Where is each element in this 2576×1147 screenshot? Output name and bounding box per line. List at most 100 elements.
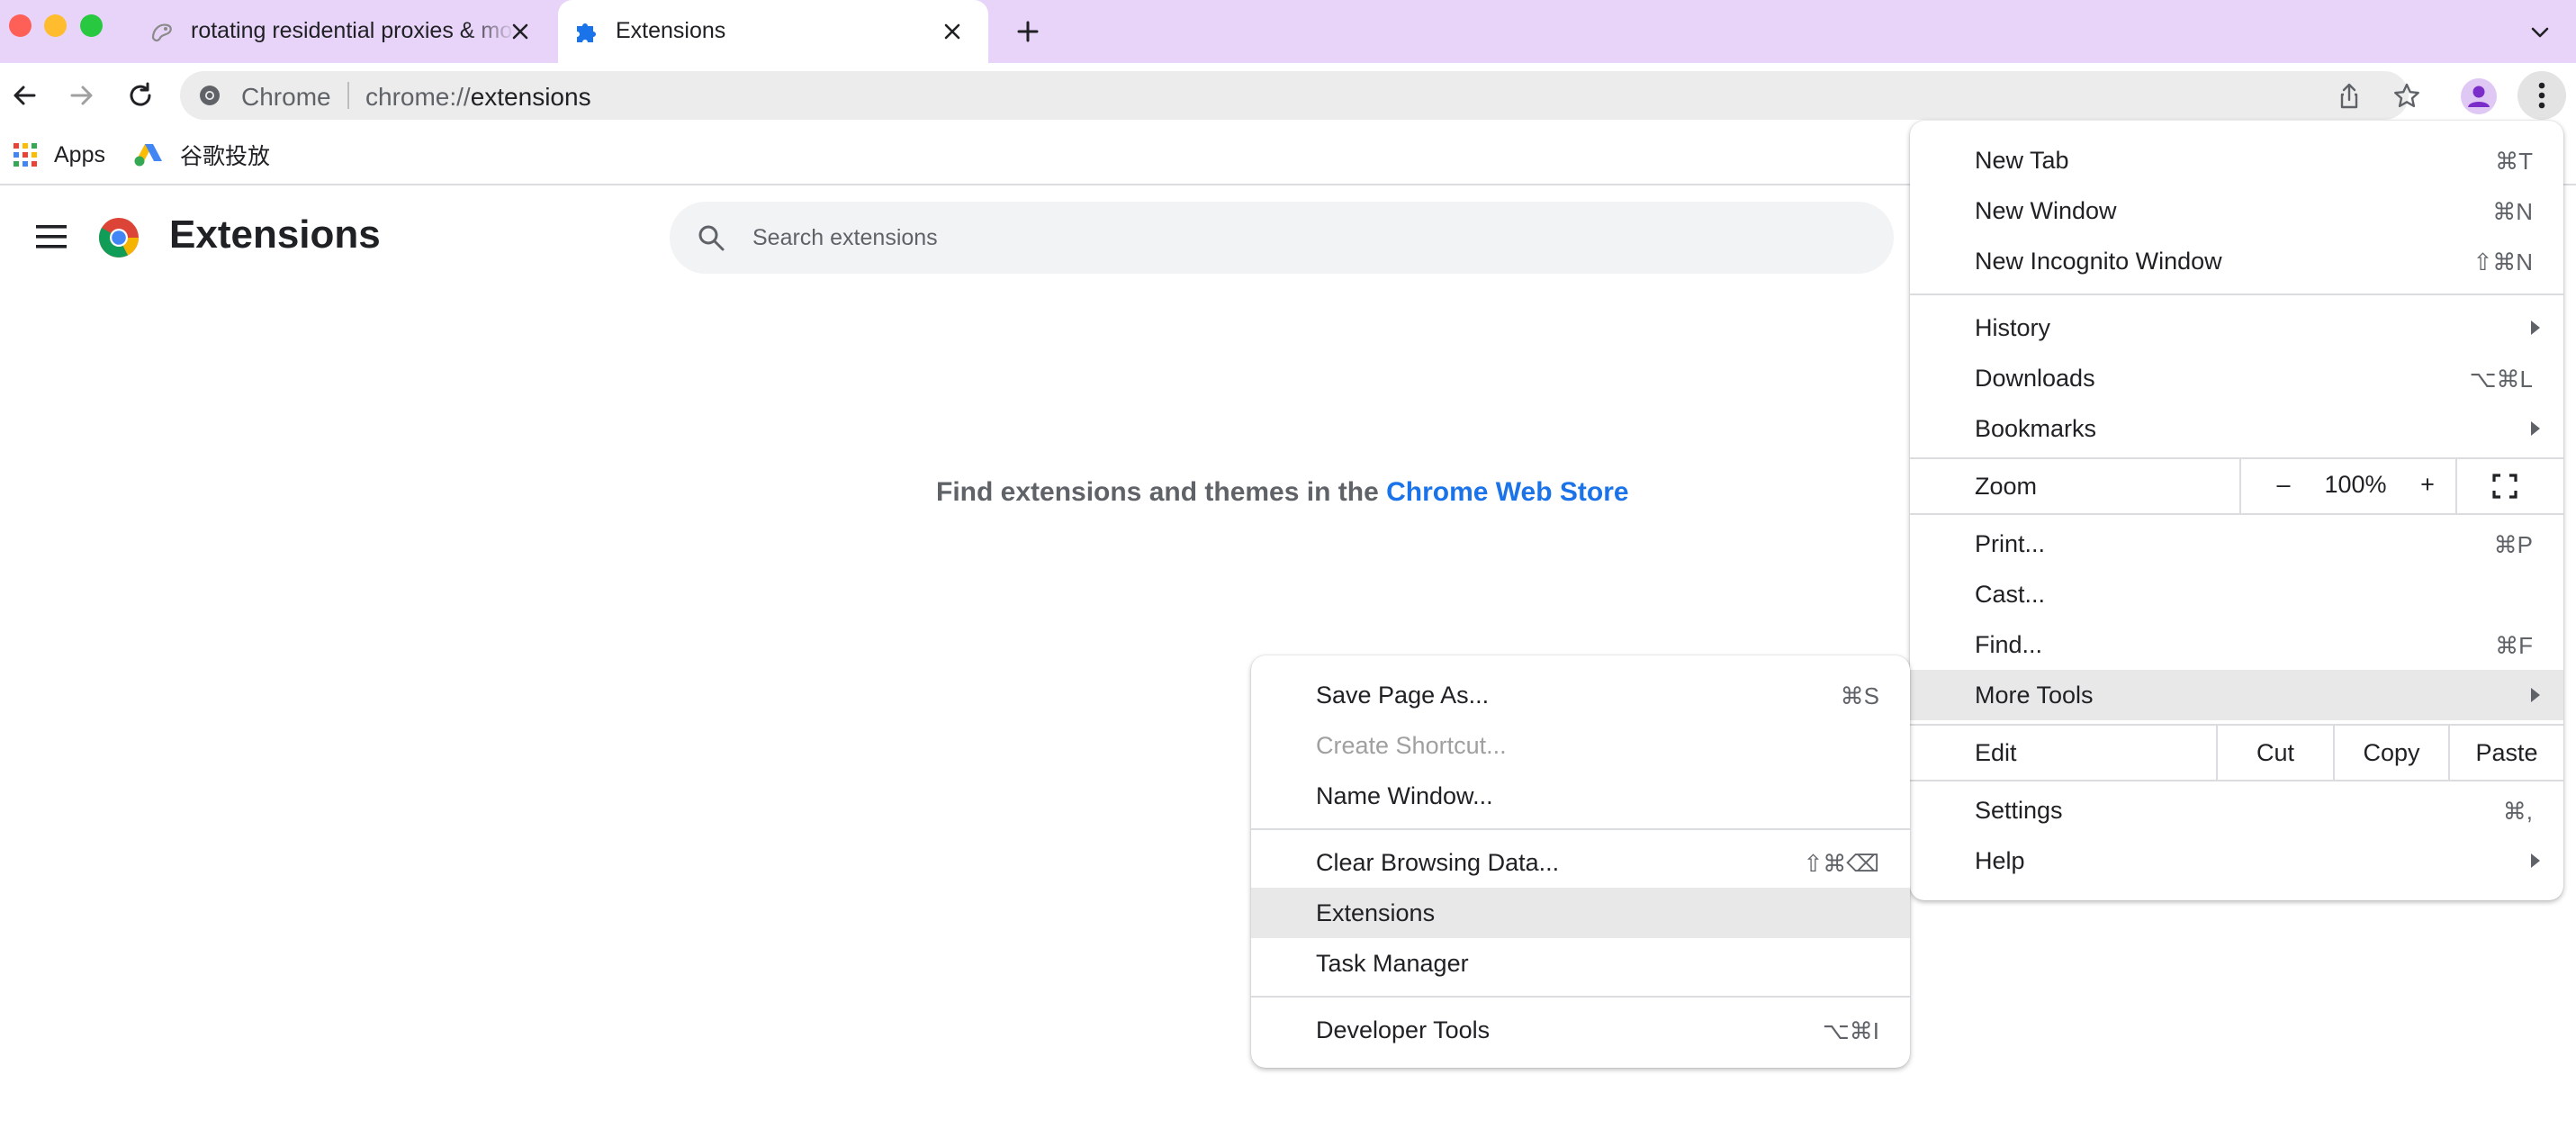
cut-button[interactable]: Cut	[2218, 726, 2333, 780]
menu-row-zoom: Zoom – 100% +	[1910, 459, 2563, 513]
menu-label: Settings	[1975, 797, 2063, 824]
chrome-logo-icon	[99, 218, 139, 257]
menu-item-more-tools[interactable]: More Tools	[1910, 670, 2563, 720]
menu-shortcut: ⌘,	[2502, 798, 2533, 825]
zoom-window-button[interactable]	[80, 14, 103, 37]
address-bar[interactable]: Chrome chrome://extensions	[180, 71, 2419, 120]
menu-label: Help	[1975, 847, 2025, 874]
menu-item-save-page-as[interactable]: Save Page As... ⌘S	[1251, 670, 1910, 720]
menu-label: Extensions	[1316, 899, 1436, 926]
bookmark-google-ads[interactable]: 谷歌投放	[133, 137, 270, 173]
menu-shortcut: ⇧⌘⌫	[1803, 850, 1879, 877]
zoom-label: Zoom	[1975, 473, 2038, 500]
chrome-main-menu: New Tab ⌘T New Window ⌘N New Incognito W…	[1910, 121, 2563, 900]
fullscreen-icon[interactable]	[2490, 472, 2519, 501]
profile-avatar[interactable]	[2461, 78, 2497, 114]
menu-item-clear-browsing-data[interactable]: Clear Browsing Data... ⇧⌘⌫	[1251, 837, 1910, 888]
menu-label: History	[1975, 314, 2051, 341]
chrome-web-store-link[interactable]: Chrome Web Store	[1386, 477, 1629, 507]
tab-extensions[interactable]: Extensions	[558, 0, 988, 63]
reload-icon[interactable]	[121, 76, 160, 115]
menu-divider	[1910, 513, 2563, 515]
menu-shortcut: ⌥⌘L	[2469, 366, 2533, 393]
close-tab-icon[interactable]	[936, 15, 968, 48]
url-text: chrome://extensions	[365, 83, 591, 112]
menu-label: Name Window...	[1316, 782, 1493, 809]
forward-arrow-icon[interactable]	[61, 76, 101, 115]
minimize-window-button[interactable]	[44, 14, 67, 37]
menu-label: Cast...	[1975, 581, 2046, 608]
menu-shortcut: ⌘P	[2493, 531, 2533, 558]
menu-label: New Window	[1975, 197, 2117, 224]
menu-shortcut: ⌘S	[1840, 682, 1879, 709]
url-host: extensions	[470, 83, 591, 111]
submenu-arrow-icon	[2531, 421, 2540, 436]
menu-item-new-window[interactable]: New Window ⌘N	[1910, 185, 2563, 236]
chevron-down-icon[interactable]	[2524, 16, 2556, 49]
site-chip: Chrome	[241, 83, 331, 111]
back-arrow-icon[interactable]	[5, 76, 45, 115]
menu-shortcut: ⌘T	[2495, 148, 2533, 175]
empty-state-text: Find extensions and themes in the	[936, 477, 1387, 507]
menu-item-new-incognito-window[interactable]: New Incognito Window ⇧⌘N	[1910, 236, 2563, 286]
kebab-menu-icon	[2538, 82, 2545, 109]
menu-divider	[1251, 996, 1910, 998]
menu-label: Clear Browsing Data...	[1316, 849, 1560, 876]
omnibox-separator	[347, 82, 349, 109]
bookmark-label: 谷歌投放	[180, 144, 271, 169]
menu-item-find[interactable]: Find... ⌘F	[1910, 619, 2563, 670]
menu-label: Print...	[1975, 530, 2046, 557]
person-icon	[2468, 86, 2490, 107]
toolbar: Chrome chrome://extensions	[0, 63, 2576, 128]
zoom-in-button[interactable]: +	[2405, 471, 2450, 499]
menu-item-task-manager[interactable]: Task Manager	[1251, 938, 1910, 989]
zoom-divider	[2455, 459, 2457, 513]
menu-item-new-tab[interactable]: New Tab ⌘T	[1910, 135, 2563, 185]
search-input[interactable]	[752, 218, 1833, 257]
menu-label: Task Manager	[1316, 950, 1469, 977]
chrome-menu-button[interactable]	[2517, 71, 2566, 120]
zoom-out-button[interactable]: –	[2261, 471, 2306, 499]
menu-label: Save Page As...	[1316, 682, 1490, 709]
menu-label: Bookmarks	[1975, 415, 2097, 442]
close-tab-icon[interactable]	[504, 15, 536, 48]
hamburger-menu-icon[interactable]	[34, 221, 70, 252]
tab-proxies[interactable]: rotating residential proxies & mobile pr…	[133, 0, 556, 63]
copy-button[interactable]: Copy	[2335, 726, 2448, 780]
menu-item-history[interactable]: History	[1910, 303, 2563, 353]
star-bookmark-icon[interactable]	[2391, 80, 2423, 113]
menu-item-print[interactable]: Print... ⌘P	[1910, 519, 2563, 569]
menu-shortcut: ⌥⌘I	[1822, 1017, 1879, 1044]
menu-label: Create Shortcut...	[1316, 732, 1507, 759]
zoom-divider	[2239, 459, 2241, 513]
menu-label: Find...	[1975, 631, 2043, 658]
menu-item-name-window[interactable]: Name Window...	[1251, 771, 1910, 821]
menu-divider	[1251, 828, 1910, 830]
menu-item-developer-tools[interactable]: Developer Tools ⌥⌘I	[1251, 1005, 1910, 1055]
menu-shortcut: ⌘F	[2495, 632, 2533, 659]
share-icon[interactable]	[2333, 80, 2365, 113]
menu-item-help[interactable]: Help	[1910, 835, 2563, 886]
menu-item-extensions[interactable]: Extensions	[1251, 888, 1910, 938]
menu-label: New Incognito Window	[1975, 248, 2222, 275]
menu-item-settings[interactable]: Settings ⌘,	[1910, 785, 2563, 835]
url-scheme: chrome://	[365, 83, 471, 111]
menu-item-cast[interactable]: Cast...	[1910, 569, 2563, 619]
new-tab-plus-icon[interactable]	[1012, 15, 1044, 48]
close-window-button[interactable]	[9, 14, 32, 37]
search-icon	[698, 225, 725, 251]
apps-grid-icon	[14, 143, 37, 167]
paste-button[interactable]: Paste	[2450, 726, 2563, 780]
submenu-arrow-icon	[2531, 853, 2540, 868]
bookmark-apps[interactable]: Apps	[13, 137, 105, 173]
submenu-arrow-icon	[2531, 688, 2540, 702]
menu-label: More Tools	[1975, 682, 2094, 709]
puzzle-icon	[577, 23, 596, 42]
menu-item-downloads[interactable]: Downloads ⌥⌘L	[1910, 353, 2563, 403]
search-extensions-box[interactable]	[670, 202, 1894, 274]
empty-state-message: Find extensions and themes in the Chrome…	[936, 477, 1629, 508]
menu-item-bookmarks[interactable]: Bookmarks	[1910, 403, 2563, 454]
menu-row-edit: Edit Cut Copy Paste	[1910, 726, 2563, 780]
edit-label: Edit	[1975, 739, 2017, 766]
menu-label: Downloads	[1975, 365, 2095, 392]
